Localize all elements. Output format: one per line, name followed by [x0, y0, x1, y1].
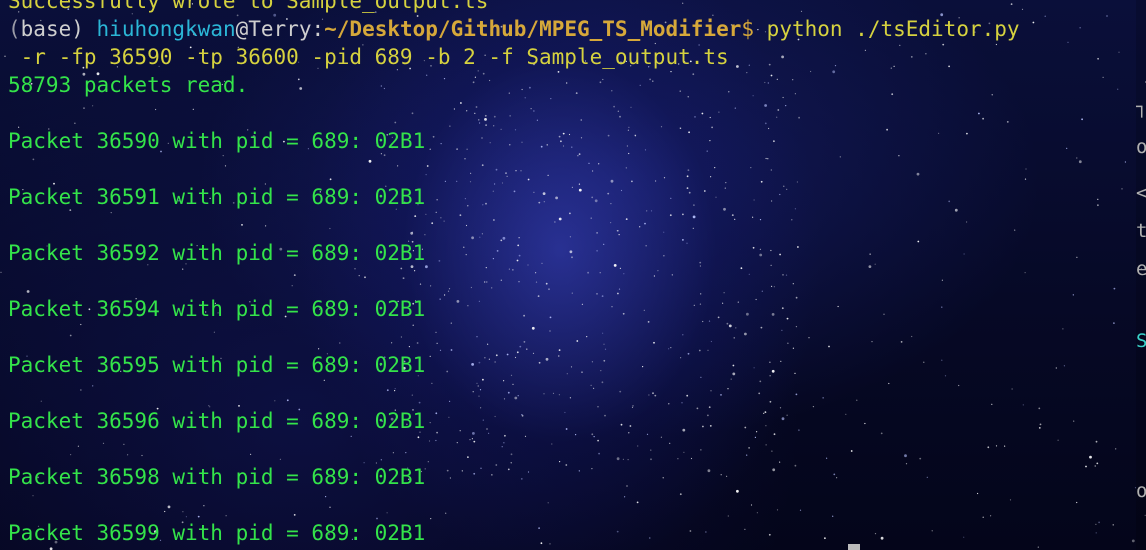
shell-prompt-line: (base) hiuhongkwan@Terry:~/Desktop/Githu…: [8, 15, 1128, 43]
packets-read-summary: 58793 packets read.: [8, 73, 249, 97]
prompt-at-sign: @: [235, 17, 249, 41]
prompt-dollar: $: [741, 17, 767, 41]
packet-line: Packet 36591 with pid = 689: 02B1: [8, 185, 426, 209]
pane-edge-glyph: o: [1136, 480, 1146, 502]
packet-line: Packet 36595 with pid = 689: 02B1: [8, 353, 426, 377]
conda-env-name: base: [20, 17, 72, 41]
pane-edge-glyph: ┐: [1136, 96, 1146, 118]
prompt-path: ~/Desktop/Github/MPEG_TS_Modifier: [324, 17, 742, 41]
adjacent-pane-edge: ┐ o < t e S o: [1136, 0, 1146, 550]
prompt-close-bracket: ): [71, 17, 97, 41]
packet-line: Packet 36596 with pid = 689: 02B1: [8, 409, 426, 433]
packet-line: Packet 36594 with pid = 689: 02B1: [8, 297, 426, 321]
command-continuation: -r -fp 36590 -tp 36600 -pid 689 -b 2 -f …: [8, 45, 729, 69]
scrolled-output-line: Successfully wrote to Sample_output.ts: [8, 0, 489, 13]
prompt-user: hiuhongkwan: [96, 17, 236, 41]
prompt-colon: :: [311, 17, 325, 41]
packet-line: Packet 36598 with pid = 689: 02B1: [8, 465, 426, 489]
prompt-open-bracket: (: [8, 17, 21, 41]
pane-edge-glyph: S: [1136, 330, 1146, 352]
packet-line: Packet 36590 with pid = 689: 02B1: [8, 129, 426, 153]
packet-line: Packet 36599 with pid = 689: 02B1: [8, 521, 426, 545]
pane-edge-glyph: e: [1136, 258, 1146, 280]
pane-edge-glyph: o: [1136, 136, 1146, 158]
packet-line: Packet 36592 with pid = 689: 02B1: [8, 241, 426, 265]
terminal-window[interactable]: Successfully wrote to Sample_output.ts (…: [0, 0, 1146, 550]
pane-edge-glyph: t: [1136, 220, 1146, 242]
command-text: python ./tsEditor.py: [766, 17, 1020, 41]
terminal-output[interactable]: Successfully wrote to Sample_output.ts (…: [8, 0, 1128, 547]
prompt-host: Terry: [248, 17, 312, 41]
text-cursor: [848, 544, 860, 550]
pane-edge-glyph: <: [1136, 182, 1146, 204]
